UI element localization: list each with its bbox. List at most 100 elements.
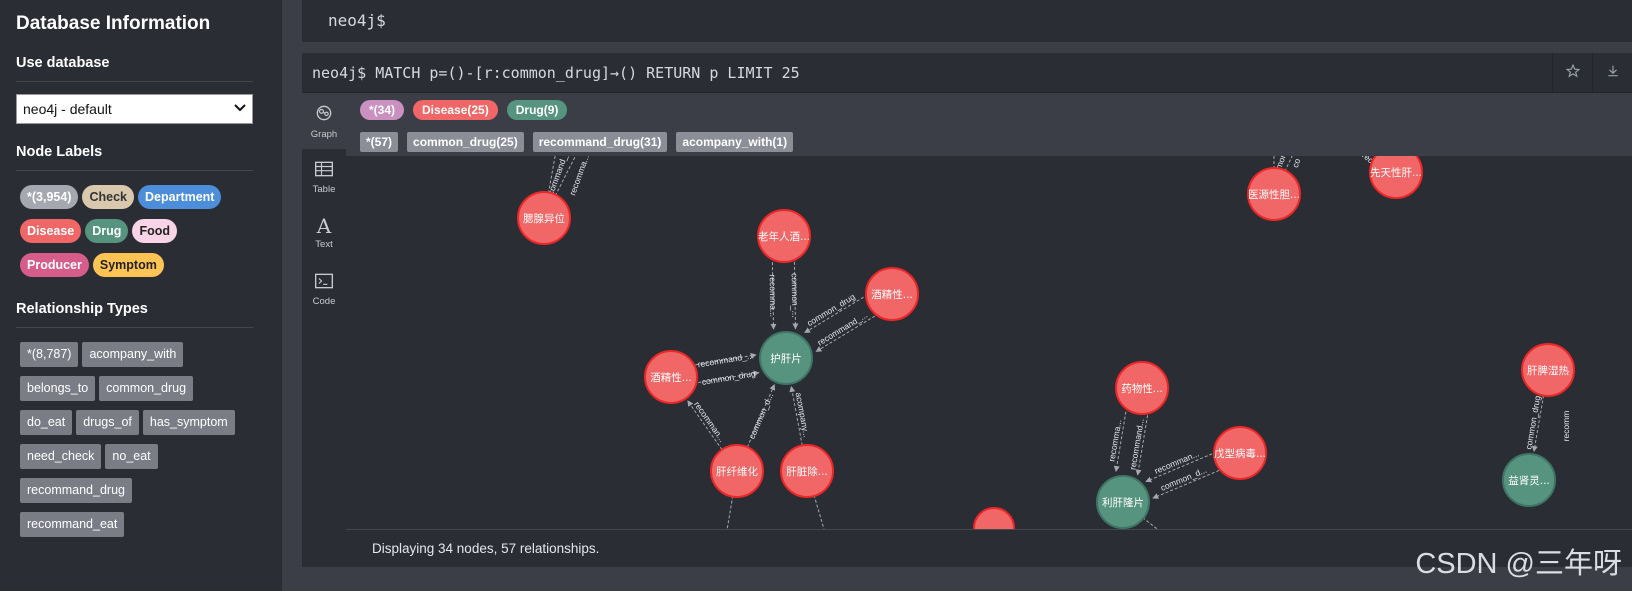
node-caption: 利肝隆片 — [1102, 496, 1144, 509]
node-label-pill[interactable]: Symptom — [92, 253, 164, 277]
database-select[interactable]: neo4j - default — [16, 94, 253, 124]
edge-label[interactable]: recomm — [1561, 411, 1571, 442]
sidebar-divider — [282, 0, 292, 591]
relationship-type-tag[interactable]: recommand_eat — [20, 512, 125, 537]
star-icon — [1565, 63, 1580, 83]
download-icon — [1606, 64, 1620, 83]
node-caption: 护肝片 — [770, 352, 802, 365]
disease-node[interactable]: 酒精性... — [865, 267, 919, 321]
editor-prompt: neo4j$ — [328, 11, 386, 30]
relationship-type-tag[interactable]: do_eat — [20, 410, 73, 435]
edge-label[interactable]: co — [1290, 157, 1303, 169]
edge-label[interactable]: common_d... — [747, 391, 776, 440]
relationship-type-tag[interactable]: *(8,787) — [20, 342, 79, 367]
legend-rel-tag[interactable]: common_drug(25) — [407, 132, 524, 152]
node-caption: 先天性肝... — [1370, 166, 1422, 179]
disease-node[interactable]: 肝脾湿热 — [1521, 343, 1575, 397]
tab-text[interactable]: A Text — [302, 205, 346, 261]
disease-node[interactable]: 腮腺异位 — [517, 191, 571, 245]
node-label-pill[interactable]: Check — [82, 185, 135, 209]
tab-table[interactable]: Table — [302, 149, 346, 205]
tab-table-label: Table — [312, 183, 336, 195]
edge-label[interactable]: recomman... — [692, 400, 727, 444]
disease-node[interactable]: 先天性肝... — [1369, 156, 1423, 199]
frame-header: neo4j$ MATCH p=()-[r:common_drug]→() RET… — [302, 53, 1632, 93]
edge-label[interactable]: recomma... — [1107, 419, 1124, 463]
query-editor[interactable]: neo4j$ — [302, 0, 1632, 42]
node-label-pill[interactable]: *(3,954) — [20, 185, 79, 209]
chevron-down-icon — [234, 103, 246, 115]
watermark: CSDN @三年呀 — [1415, 548, 1622, 580]
relationship-type-tag[interactable]: common_drug — [99, 376, 194, 401]
node-caption: 肝脏除... — [786, 465, 828, 478]
tab-graph[interactable]: Graph — [302, 93, 346, 149]
disease-node[interactable]: 戊型病毒... — [1213, 426, 1267, 480]
node-label-pill[interactable]: Department — [138, 185, 222, 209]
edge-label[interactable]: common_drug — [701, 368, 757, 387]
edge-label[interactable]: common_drug — [1523, 395, 1542, 451]
edge-label[interactable]: common_... — [790, 273, 801, 318]
drug-node[interactable]: 利肝隆片 — [1096, 475, 1150, 529]
legend-rel-tag[interactable]: *(57) — [360, 132, 399, 152]
status-text: Displaying 34 nodes, 57 relationships. — [372, 541, 600, 556]
node-caption: 肝脾湿热 — [1527, 364, 1569, 377]
favorite-button[interactable] — [1552, 53, 1592, 93]
edge-label[interactable]: recommand... — [1127, 418, 1145, 471]
node-caption: 酒精性... — [871, 288, 913, 301]
relationship-type-tag[interactable]: no_eat — [105, 444, 158, 469]
relationship-type-tag[interactable]: acompany_with — [82, 342, 184, 367]
relationship-type-tag[interactable]: recommand_drug — [20, 478, 132, 503]
disease-node[interactable] — [973, 507, 1015, 529]
legend-node-pill[interactable]: *(34) — [360, 100, 405, 120]
relationship-type-tag[interactable]: belongs_to — [20, 376, 96, 401]
node-label-pill[interactable]: Drug — [85, 219, 129, 243]
node-label-pill[interactable]: Producer — [20, 253, 89, 277]
tab-text-label: Text — [315, 239, 333, 250]
node-caption: 戊型病毒... — [1214, 447, 1266, 460]
relationship-type-tag[interactable]: has_symptom — [142, 410, 235, 435]
frame-query[interactable]: neo4j$ MATCH p=()-[r:common_drug]→() RET… — [312, 64, 800, 82]
graph-nodes: 腮腺异位老年人酒... 酒精性... 护肝片 酒精性... 肝纤维化 肝脏除... 医源性胆… — [517, 156, 1575, 529]
graph-edge-labels: common_...recomma...recommand_...common_… — [543, 156, 1571, 493]
legend-rel-tag[interactable]: recommand_drug(31) — [532, 132, 668, 152]
download-button[interactable] — [1592, 53, 1632, 93]
node-label-pill[interactable]: Food — [132, 219, 177, 243]
graph-canvas[interactable]: common_... recomma... recommand_... common_… — [346, 156, 1632, 529]
node-circle[interactable] — [973, 507, 1015, 529]
disease-node[interactable]: 肝纤维化 — [710, 444, 764, 498]
node-caption: 老年人酒... — [758, 230, 810, 243]
node-labels-list: *(3,954) Check Department Disease Drug Food Pr… — [16, 185, 256, 287]
view-tabs: Graph Table A Text Code — [302, 93, 346, 567]
drug-node[interactable]: 护肝片 — [759, 331, 813, 385]
legend-node-pill[interactable]: Drug(9) — [506, 100, 568, 120]
relationship-type-tag[interactable]: drugs_of — [76, 410, 139, 435]
legend-relationship-types: *(57) common_drug(25) recommand_drug(31) ac… — [360, 131, 1618, 153]
text-icon: A — [316, 214, 332, 238]
relationship-type-tag[interactable]: need_check — [20, 444, 102, 469]
edge-label[interactable]: recommand_... — [697, 350, 755, 369]
edge-label[interactable]: recomma... — [768, 274, 779, 317]
graph-legend: *(34) Disease(25) Drug(9) *(57) common_drug… — [346, 93, 1632, 156]
disease-node[interactable]: 药物性... — [1115, 361, 1169, 415]
disease-node[interactable]: 肝脏除... — [780, 444, 834, 498]
tab-code[interactable]: Code — [302, 261, 346, 317]
disease-node[interactable]: 酒精性... — [644, 350, 698, 404]
graph-icon — [314, 103, 334, 126]
disease-node[interactable]: 老年人酒... — [757, 209, 811, 263]
node-caption: 益肾灵... — [1508, 474, 1550, 487]
legend-rel-tag[interactable]: acompany_with(1) — [676, 132, 794, 152]
legend-node-pill[interactable]: Disease(25) — [413, 100, 498, 120]
node-caption: 医源性胆... — [1248, 188, 1300, 201]
legend-node-labels: *(34) Disease(25) Drug(9) — [360, 99, 1618, 121]
database-select-value: neo4j - default — [23, 101, 112, 117]
sidebar-title: Database Information — [16, 13, 211, 34]
drug-node[interactable]: 益肾灵... — [1502, 453, 1556, 507]
graph-edges — [543, 156, 1545, 529]
node-label-pill[interactable]: Disease — [20, 219, 82, 243]
graph-svg[interactable]: common_...recomma...recommand_...common_… — [346, 156, 1632, 529]
disease-node[interactable]: 医源性胆... — [1247, 167, 1301, 221]
edge-label[interactable]: recomma... — [567, 156, 591, 197]
code-icon — [314, 272, 334, 293]
node-caption: 肝纤维化 — [716, 465, 758, 478]
database-info-sidebar: Database Information Use database neo4j … — [0, 0, 282, 591]
